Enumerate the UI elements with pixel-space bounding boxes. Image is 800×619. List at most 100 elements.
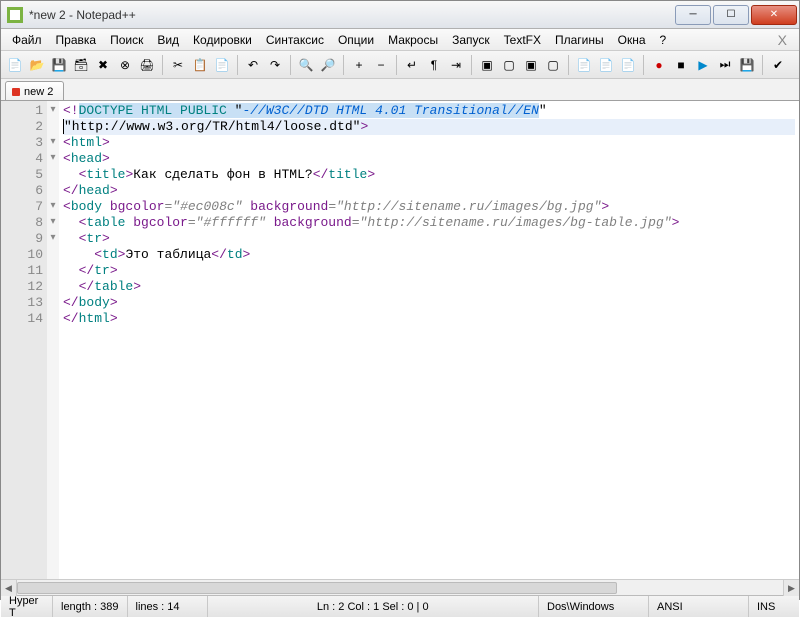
print-icon[interactable]: 🖨 <box>137 55 157 75</box>
doc3-icon[interactable]: 📄 <box>618 55 638 75</box>
menu-search[interactable]: Поиск <box>103 31 150 49</box>
code-line[interactable]: </html> <box>63 311 795 327</box>
tab-new-2[interactable]: new 2 <box>5 81 64 100</box>
minimize-button[interactable]: ─ <box>675 5 711 25</box>
fold-marker-icon[interactable]: ▾ <box>47 215 59 231</box>
status-eol: Dos\Windows <box>539 596 649 617</box>
line-number: 12 <box>1 279 47 295</box>
fold-level-icon[interactable]: ▣ <box>521 55 541 75</box>
fold-icon[interactable]: ▣ <box>477 55 497 75</box>
save-all-icon[interactable]: 🗃 <box>71 55 91 75</box>
scrollbar-thumb[interactable] <box>17 582 617 594</box>
status-position: Ln : 2 Col : 1 Sel : 0 | 0 <box>208 596 540 617</box>
menu-plugins[interactable]: Плагины <box>548 31 611 49</box>
unsaved-dot-icon <box>12 88 20 96</box>
all-chars-icon[interactable]: ¶ <box>424 55 444 75</box>
code-line[interactable]: <head> <box>63 151 795 167</box>
toolbar-separator <box>762 55 763 75</box>
line-number: 14 <box>1 311 47 327</box>
code-editor[interactable]: 1234567891011121314 ▾▾▾▾▾▾ <!DOCTYPE HTM… <box>1 101 799 579</box>
paste-icon[interactable]: 📄 <box>212 55 232 75</box>
code-line[interactable]: </table> <box>63 279 795 295</box>
menu-view[interactable]: Вид <box>150 31 186 49</box>
code-line[interactable]: <body bgcolor="#ec008c" background="http… <box>63 199 795 215</box>
menu-run[interactable]: Запуск <box>445 31 497 49</box>
scroll-left-arrow-icon[interactable]: ◀ <box>1 580 17 596</box>
redo-icon[interactable]: ↷ <box>265 55 285 75</box>
close-all-icon[interactable]: ⊗ <box>115 55 135 75</box>
menu-textfx[interactable]: TextFX <box>497 31 548 49</box>
fold-marker-icon[interactable]: ▾ <box>47 135 59 151</box>
tab-label: new 2 <box>24 86 53 98</box>
menu-windows[interactable]: Окна <box>611 31 653 49</box>
fold-marker-icon[interactable]: ▾ <box>47 151 59 167</box>
fold-marker-icon[interactable]: ▾ <box>47 231 59 247</box>
line-number: 1 <box>1 103 47 119</box>
fold-marker-icon[interactable]: ▾ <box>47 103 59 119</box>
new-file-icon[interactable]: 📄 <box>5 55 25 75</box>
menu-syntax[interactable]: Синтаксис <box>259 31 331 49</box>
close-file-icon[interactable]: ✖ <box>93 55 113 75</box>
code-line[interactable]: <title>Как сделать фон в HTML?</title> <box>63 167 795 183</box>
doc1-icon[interactable]: 📄 <box>574 55 594 75</box>
toolbar-separator <box>471 55 472 75</box>
play-multi-icon[interactable]: ⏭ <box>715 55 735 75</box>
wrap-icon[interactable]: ↵ <box>402 55 422 75</box>
undo-icon[interactable]: ↶ <box>243 55 263 75</box>
menu-options[interactable]: Опции <box>331 31 381 49</box>
fold-marker-icon <box>47 279 59 295</box>
code-line[interactable]: <table bgcolor="#ffffff" background="htt… <box>63 215 795 231</box>
unfold-level-icon[interactable]: ▢ <box>543 55 563 75</box>
zoom-out-icon[interactable]: − <box>371 55 391 75</box>
maximize-button[interactable]: ☐ <box>713 5 749 25</box>
line-number: 2 <box>1 119 47 135</box>
menu-edit[interactable]: Правка <box>49 31 104 49</box>
code-line[interactable]: "http://www.w3.org/TR/html4/loose.dtd"> <box>63 119 795 135</box>
menu-macros[interactable]: Макросы <box>381 31 445 49</box>
code-line[interactable]: </head> <box>63 183 795 199</box>
line-number: 3 <box>1 135 47 151</box>
spellcheck-icon[interactable]: ✔ <box>768 55 788 75</box>
record-macro-icon[interactable]: ● <box>649 55 669 75</box>
copy-icon[interactable]: 📋 <box>190 55 210 75</box>
toolbar-separator <box>643 55 644 75</box>
code-line[interactable]: <tr> <box>63 231 795 247</box>
stop-macro-icon[interactable]: ■ <box>671 55 691 75</box>
menu-encoding[interactable]: Кодировки <box>186 31 259 49</box>
save-macro-icon[interactable]: 💾 <box>737 55 757 75</box>
doc2-icon[interactable]: 📄 <box>596 55 616 75</box>
zoom-in-icon[interactable]: + <box>349 55 369 75</box>
unfold-icon[interactable]: ▢ <box>499 55 519 75</box>
line-number: 8 <box>1 215 47 231</box>
code-line[interactable]: <!DOCTYPE HTML PUBLIC "-//W3C//DTD HTML … <box>63 103 795 119</box>
cut-icon[interactable]: ✂ <box>168 55 188 75</box>
replace-icon[interactable]: 🔎 <box>318 55 338 75</box>
status-length: length : 389 <box>53 596 128 617</box>
line-number: 10 <box>1 247 47 263</box>
line-number: 9 <box>1 231 47 247</box>
menu-close-x[interactable]: X <box>770 32 795 48</box>
code-line[interactable]: </tr> <box>63 263 795 279</box>
line-number: 13 <box>1 295 47 311</box>
horizontal-scrollbar[interactable]: ◀ ▶ <box>1 579 799 595</box>
code-line[interactable]: </body> <box>63 295 795 311</box>
fold-column[interactable]: ▾▾▾▾▾▾ <box>47 101 59 579</box>
code-line[interactable]: <td>Это таблица</td> <box>63 247 795 263</box>
save-icon[interactable]: 💾 <box>49 55 69 75</box>
toolbar-separator <box>568 55 569 75</box>
scroll-right-arrow-icon[interactable]: ▶ <box>783 580 799 596</box>
indent-guide-icon[interactable]: ⇥ <box>446 55 466 75</box>
code-line[interactable]: <html> <box>63 135 795 151</box>
line-number: 5 <box>1 167 47 183</box>
menu-file[interactable]: Файл <box>5 31 49 49</box>
fold-marker-icon <box>47 263 59 279</box>
menu-help[interactable]: ? <box>653 31 674 49</box>
code-area[interactable]: <!DOCTYPE HTML PUBLIC "-//W3C//DTD HTML … <box>59 101 799 579</box>
find-icon[interactable]: 🔍 <box>296 55 316 75</box>
fold-marker-icon[interactable]: ▾ <box>47 199 59 215</box>
play-macro-icon[interactable]: ▶ <box>693 55 713 75</box>
open-file-icon[interactable]: 📂 <box>27 55 47 75</box>
window-titlebar: *new 2 - Notepad++ ─ ☐ ✕ <box>1 1 799 29</box>
close-window-button[interactable]: ✕ <box>751 5 797 25</box>
menu-bar: Файл Правка Поиск Вид Кодировки Синтакси… <box>1 29 799 51</box>
